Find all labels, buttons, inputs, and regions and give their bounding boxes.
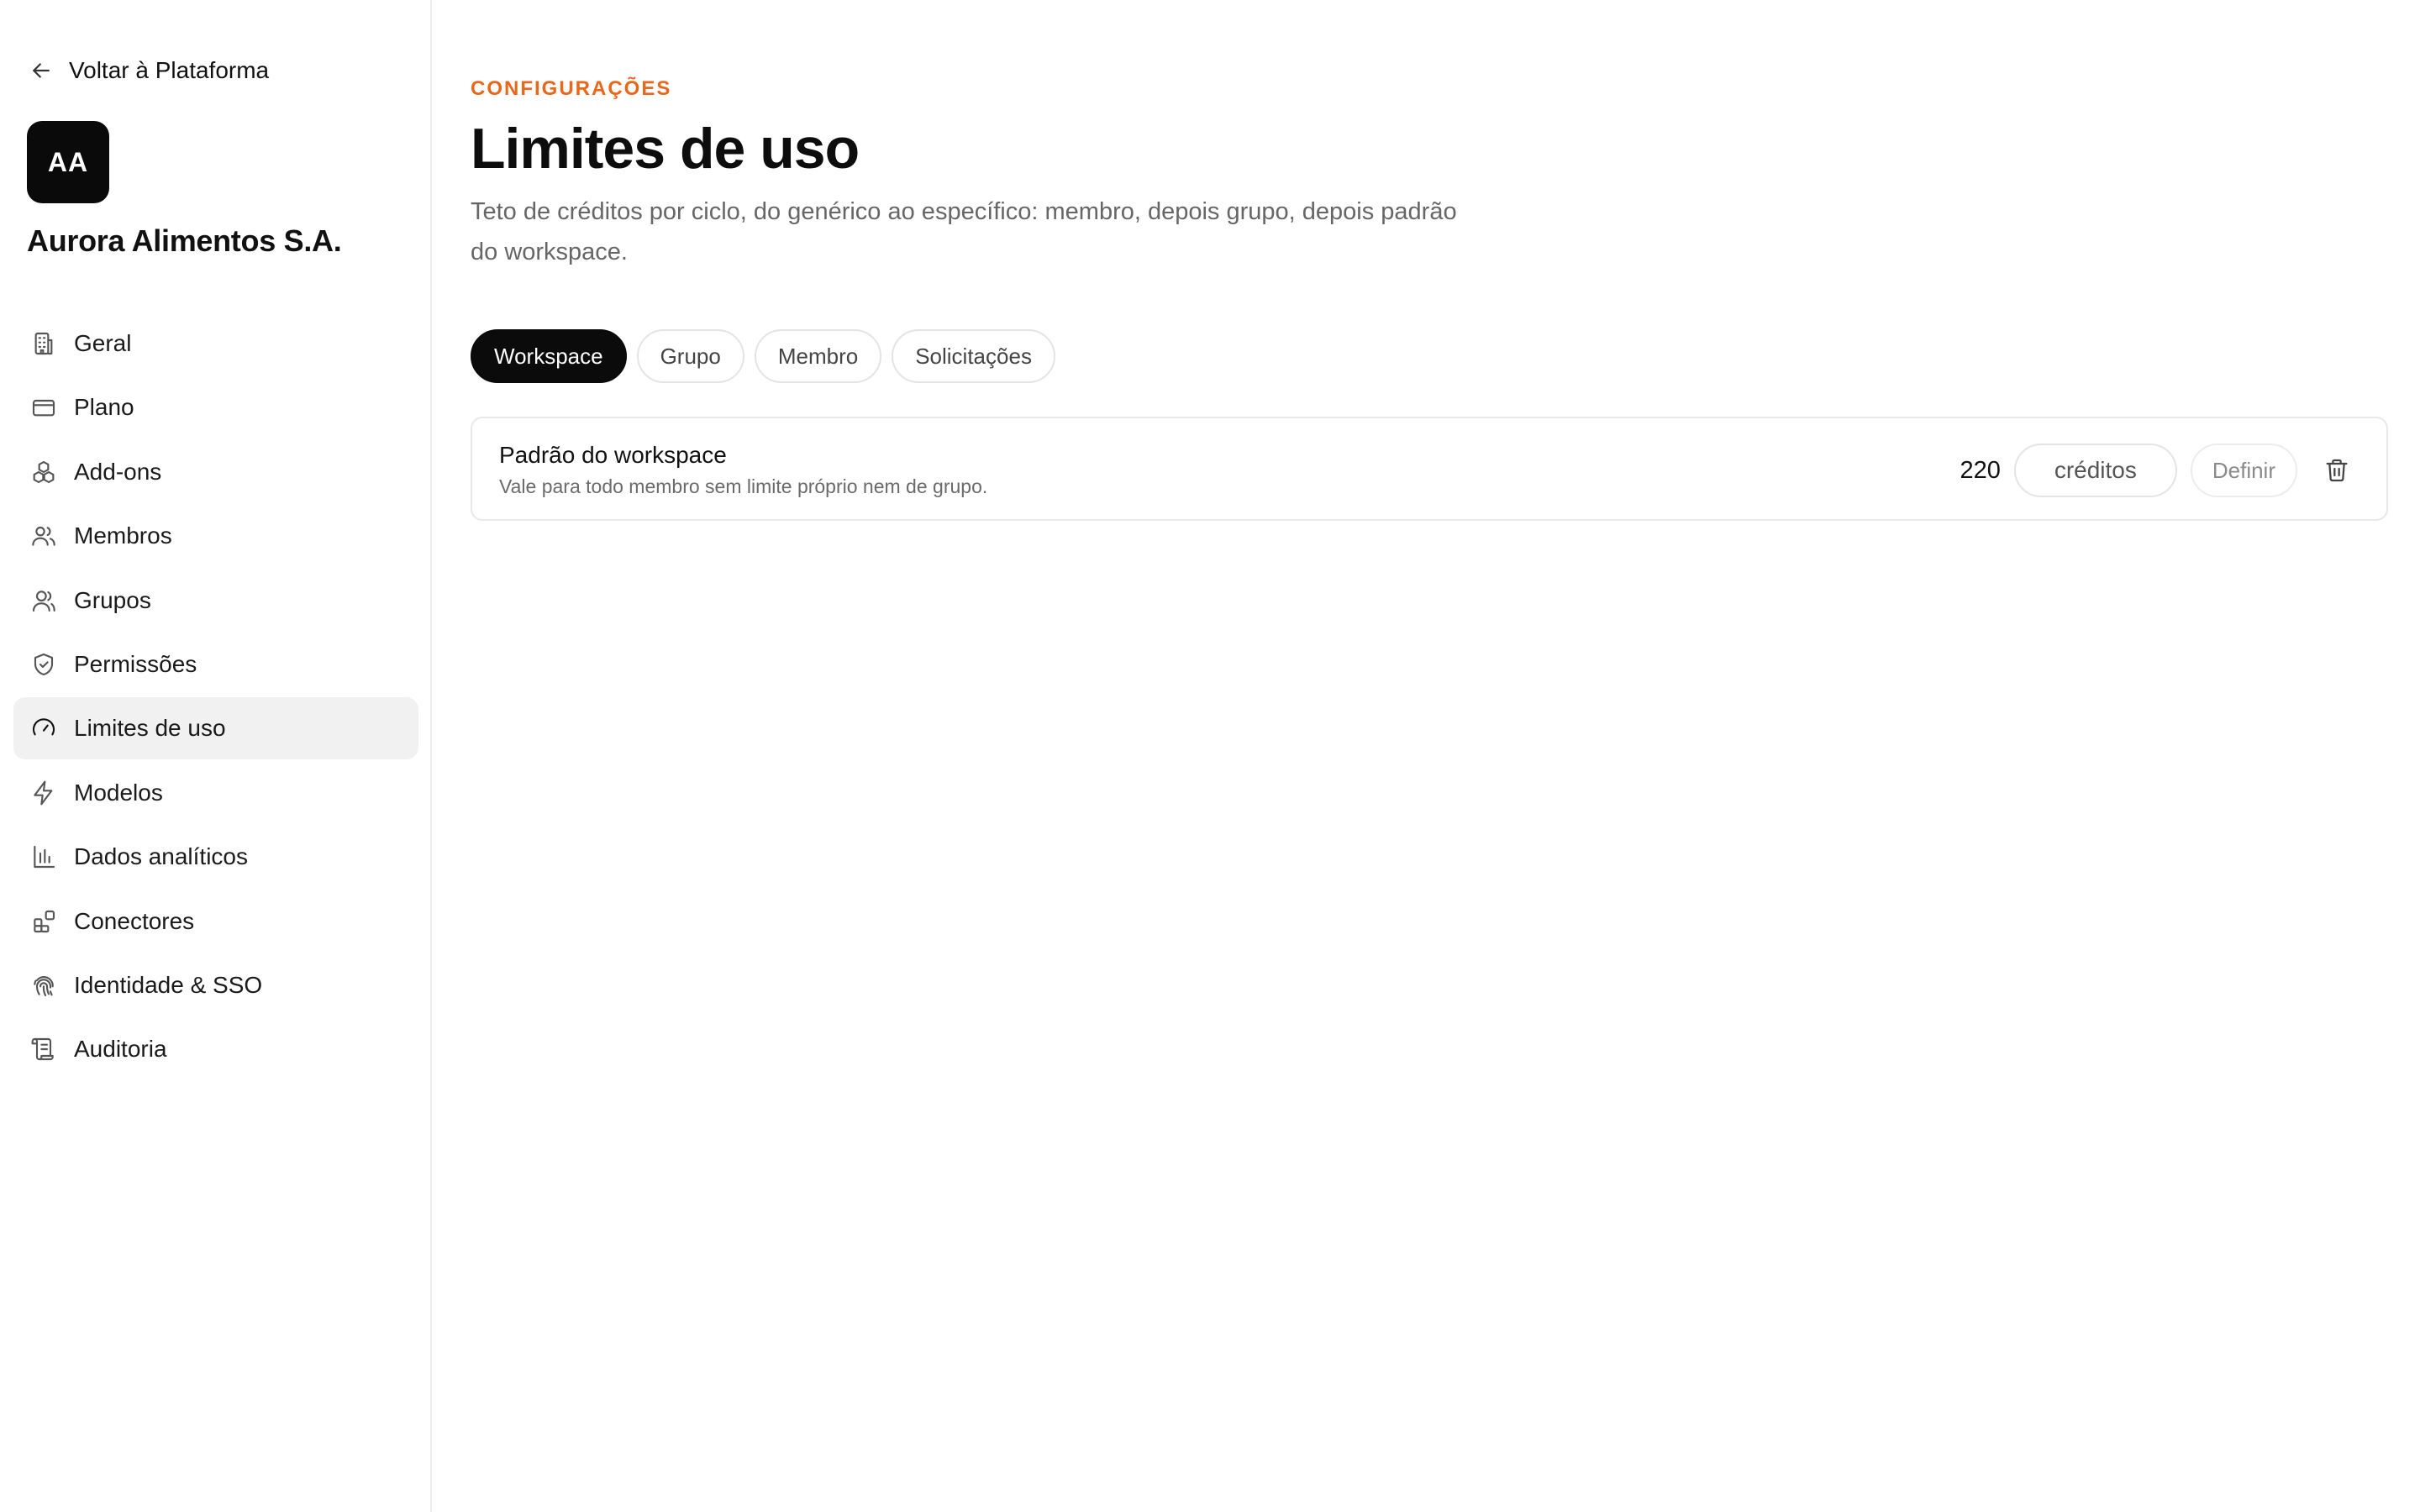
arrow-left-icon: [33, 63, 50, 78]
credit-unit-field[interactable]: créditos: [2013, 444, 2177, 497]
define-button[interactable]: Definir: [2190, 444, 2297, 497]
org-initials: AA: [47, 146, 89, 177]
sidebar-item-plano[interactable]: Plano: [13, 376, 418, 438]
main-content: CONFIGURAÇÕES Limites de uso Teto de cré…: [432, 0, 2420, 1512]
limit-controls: 220 créditos Definir: [1960, 444, 2351, 497]
sidebar-item-dados-analiticos[interactable]: Dados analíticos: [13, 826, 418, 888]
tab-workspace[interactable]: Workspace: [471, 329, 627, 383]
sidebar-item-label: Dados analíticos: [74, 843, 249, 870]
org-name: Aurora Alimentos S.A.: [27, 223, 342, 258]
sidebar-item-label: Membros: [74, 522, 172, 549]
scroll-icon: [31, 1038, 54, 1061]
workspace-default-limit-card: Padrão do workspace Vale para todo membr…: [471, 417, 2388, 521]
scope-tabs: Workspace Grupo Membro Solicitações: [471, 329, 1055, 383]
limit-card-subtitle: Vale para todo membro sem limite próprio…: [499, 475, 988, 497]
sidebar-item-modelos[interactable]: Modelos: [13, 762, 418, 824]
sidebar-item-label: Identidade & SSO: [74, 971, 263, 998]
section-eyebrow: CONFIGURAÇÕES: [471, 77, 672, 100]
sidebar-item-label: Conectores: [74, 907, 195, 934]
trash-icon: [2326, 459, 2348, 482]
gauge-icon: [32, 718, 55, 736]
page-description: Teto de créditos por ciclo, do genérico …: [471, 198, 1457, 265]
back-link-label: Voltar à Plataforma: [69, 57, 270, 83]
bar-chart-icon: [34, 846, 55, 869]
credit-limit-value[interactable]: 220: [1960, 457, 2000, 485]
sidebar-item-grupos[interactable]: Grupos: [13, 570, 418, 632]
sidebar-item-limites-de-uso[interactable]: Limites de uso: [13, 697, 418, 760]
limit-card-title: Padrão do workspace: [499, 442, 727, 468]
org-avatar: AA: [27, 121, 109, 203]
sidebar-nav: Geral Plano Add-ons Membros Grupos Permi…: [13, 312, 418, 1083]
sidebar-item-label: Geral: [74, 330, 132, 356]
back-to-platform-link[interactable]: Voltar à Plataforma: [29, 52, 269, 89]
sidebar-item-label: Modelos: [74, 779, 163, 806]
sidebar: Voltar à Plataforma AA Aurora Alimentos …: [0, 0, 432, 1512]
sidebar-item-geral[interactable]: Geral: [13, 312, 418, 375]
blocks-icon: [34, 910, 55, 932]
delete-limit-button[interactable]: [2323, 456, 2351, 485]
shield-check-icon: [34, 653, 54, 676]
tab-solicitacoes[interactable]: Solicitações: [892, 329, 1055, 383]
boxes-icon: [33, 460, 55, 483]
sidebar-item-label: Permissões: [74, 650, 197, 677]
tab-grupo[interactable]: Grupo: [636, 329, 744, 383]
sidebar-item-auditoria[interactable]: Auditoria: [13, 1018, 418, 1080]
sidebar-item-conectores[interactable]: Conectores: [13, 890, 418, 953]
sidebar-item-identidade-sso[interactable]: Identidade & SSO: [13, 954, 418, 1016]
fingerprint-icon: [34, 976, 54, 996]
users-icon: [32, 527, 55, 546]
page-title: Limites de uso: [471, 117, 860, 181]
zap-icon: [34, 780, 53, 806]
building-icon: [34, 332, 53, 355]
sidebar-item-membros[interactable]: Membros: [13, 505, 418, 567]
sidebar-item-label: Plano: [74, 394, 134, 421]
app-window: Voltar à Plataforma AA Aurora Alimentos …: [0, 0, 2420, 1512]
sidebar-item-add-ons[interactable]: Add-ons: [13, 441, 418, 503]
credit-unit-label: créditos: [2054, 457, 2137, 483]
sidebar-item-label: Add-ons: [74, 458, 162, 485]
sidebar-item-label: Auditoria: [74, 1036, 167, 1063]
sidebar-item-label: Grupos: [74, 586, 151, 613]
user-group-icon: [32, 590, 55, 612]
sidebar-item-label: Limites de uso: [74, 715, 226, 742]
credit-card-icon: [32, 400, 55, 417]
sidebar-item-permissoes[interactable]: Permissões: [13, 633, 418, 696]
tab-membro[interactable]: Membro: [754, 329, 882, 383]
